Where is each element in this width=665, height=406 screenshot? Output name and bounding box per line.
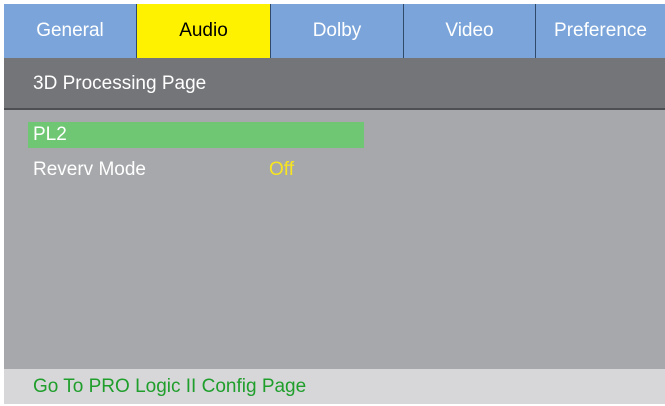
menu-item-label: Reverv Mode xyxy=(33,159,146,180)
tab-dolby[interactable]: Dolby xyxy=(271,4,404,58)
tab-preference[interactable]: Preference xyxy=(536,4,665,58)
status-help-text: Go To PRO Logic II Config Page xyxy=(33,376,307,397)
menu-item-pl2[interactable]: PL2 xyxy=(28,122,364,148)
setup-menu-window: General Audio Dolby Video Preference 3D … xyxy=(4,4,665,404)
menu-item-reverv-mode[interactable]: Reverv Mode Off xyxy=(28,157,364,183)
status-bar: Go To PRO Logic II Config Page xyxy=(4,369,665,404)
tab-general[interactable]: General xyxy=(4,4,137,58)
menu-item-label: PL2 xyxy=(33,124,67,145)
page-title: 3D Processing Page xyxy=(33,73,207,94)
page-header: 3D Processing Page xyxy=(4,58,665,110)
tab-video[interactable]: Video xyxy=(404,4,536,58)
menu-item-value: Off xyxy=(269,159,294,180)
tab-bar: General Audio Dolby Video Preference xyxy=(4,4,665,58)
tab-audio[interactable]: Audio xyxy=(137,4,271,58)
